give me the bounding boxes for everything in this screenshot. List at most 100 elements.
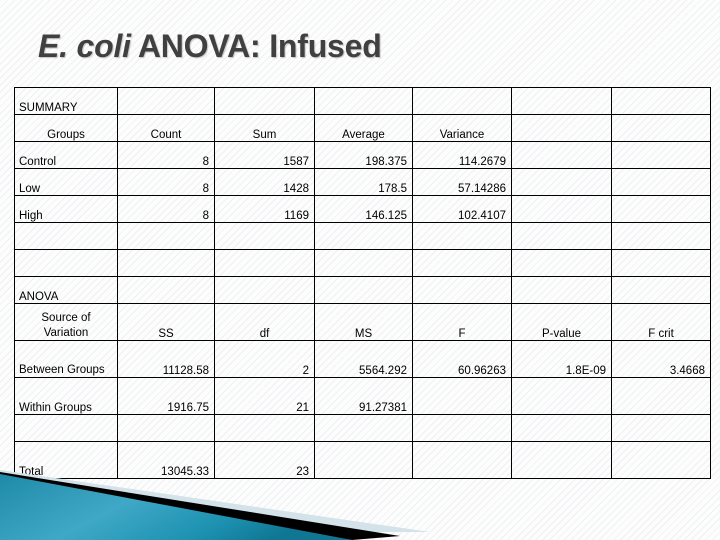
table-row: Within Groups 1916.75 21 91.27381 — [14, 377, 711, 415]
summary-row-2-variance: 102.4107 — [412, 195, 512, 223]
summary-header-average: Average — [314, 114, 413, 142]
anova-row-0-p-value: 1.8E-09 — [511, 340, 612, 378]
spacer-cell — [611, 222, 711, 250]
summary-section-blank-4 — [412, 87, 512, 115]
summary-section-blank-1 — [117, 87, 215, 115]
anova-row-1-f — [412, 377, 512, 415]
table-row: High 8 1169 146.125 102.4107 — [14, 195, 711, 223]
summary-header-blank-1 — [511, 114, 612, 142]
summary-row-2-extra2 — [611, 195, 711, 223]
spacer-cell — [117, 249, 215, 277]
summary-header-groups: Groups — [14, 114, 118, 142]
table-row: Control 8 1587 198.375 114.2679 — [14, 141, 711, 169]
spacer-cell — [511, 222, 612, 250]
anova-results-table: SUMMARY Groups Count Sum Average Varianc… — [14, 87, 711, 479]
table-row: Total 13045.33 23 — [14, 441, 711, 479]
spacer-cell — [14, 249, 118, 277]
summary-row-1-extra1 — [511, 168, 612, 196]
anova-section-blank-6 — [611, 276, 711, 304]
anova-section-blank-5 — [511, 276, 612, 304]
anova-row-0-ms: 5564.292 — [314, 340, 413, 378]
anova-row-2-source: Total — [14, 441, 118, 479]
table-row-spacer — [14, 414, 711, 442]
anova-row-1-p-value — [511, 377, 612, 415]
anova-row-1-ms: 91.27381 — [314, 377, 413, 415]
spacer-cell — [117, 414, 215, 442]
anova-section-blank-3 — [314, 276, 413, 304]
anova-row-0-source: Between Groups — [14, 340, 118, 378]
spacer-cell — [14, 414, 118, 442]
anova-section-blank-2 — [214, 276, 315, 304]
spacer-cell — [314, 414, 413, 442]
summary-row-1-extra2 — [611, 168, 711, 196]
anova-row-0-df: 2 — [214, 340, 315, 378]
spacer-cell — [314, 222, 413, 250]
spacer-cell — [511, 414, 612, 442]
spacer-cell — [214, 249, 315, 277]
summary-row-0-sum: 1587 — [214, 141, 315, 169]
anova-row-1-f-crit — [611, 377, 711, 415]
summary-row-0-extra2 — [611, 141, 711, 169]
banner-pale-wedge — [0, 470, 430, 532]
page-title: E. coli ANOVA: Infused — [38, 28, 382, 65]
summary-row-0-extra1 — [511, 141, 612, 169]
summary-row-2-group: High — [14, 195, 118, 223]
anova-row-1-df: 21 — [214, 377, 315, 415]
summary-row-0-count: 8 — [117, 141, 215, 169]
summary-header-count: Count — [117, 114, 215, 142]
table-row-anova-headers: Source of Variation SS df MS F P-value F… — [14, 303, 711, 341]
summary-section-label: SUMMARY — [14, 87, 118, 115]
table-row-summary-headers: Groups Count Sum Average Variance — [14, 114, 711, 142]
summary-row-0-group: Control — [14, 141, 118, 169]
anova-row-2-df: 23 — [214, 441, 315, 479]
anova-row-2-ss: 13045.33 — [117, 441, 215, 479]
spacer-cell — [611, 249, 711, 277]
spacer-cell — [412, 249, 512, 277]
anova-header-ss: SS — [117, 303, 215, 341]
anova-row-0-f-crit: 3.4668 — [611, 340, 711, 378]
summary-section-blank-5 — [511, 87, 612, 115]
summary-section-blank-6 — [611, 87, 711, 115]
page-title-rest: ANOVA: Infused — [137, 28, 382, 64]
anova-header-source: Source of Variation — [14, 303, 118, 341]
anova-row-0-ss: 11128.58 — [117, 340, 215, 378]
summary-header-blank-2 — [611, 114, 711, 142]
anova-header-f: F — [412, 303, 512, 341]
spacer-cell — [117, 222, 215, 250]
summary-row-1-count: 8 — [117, 168, 215, 196]
summary-row-2-count: 8 — [117, 195, 215, 223]
spacer-cell — [511, 249, 612, 277]
summary-row-2-sum: 1169 — [214, 195, 315, 223]
summary-header-variance: Variance — [412, 114, 512, 142]
anova-row-2-p-value — [511, 441, 612, 479]
anova-row-2-f — [412, 441, 512, 479]
table-row-anova-section: ANOVA — [14, 276, 711, 304]
table-row: Between Groups 11128.58 2 5564.292 60.96… — [14, 340, 711, 378]
banner-teal-wedge — [0, 474, 352, 540]
summary-row-2-extra1 — [511, 195, 612, 223]
anova-row-1-ss: 1916.75 — [117, 377, 215, 415]
summary-row-1-group: Low — [14, 168, 118, 196]
summary-row-0-variance: 114.2679 — [412, 141, 512, 169]
summary-header-sum: Sum — [214, 114, 315, 142]
spacer-cell — [314, 249, 413, 277]
spacer-cell — [611, 414, 711, 442]
banner-black-stripe — [0, 472, 400, 540]
anova-row-0-f: 60.96263 — [412, 340, 512, 378]
spacer-cell — [14, 222, 118, 250]
summary-section-blank-3 — [314, 87, 413, 115]
anova-row-2-ms — [314, 441, 413, 479]
summary-row-1-variance: 57.14286 — [412, 168, 512, 196]
summary-row-1-sum: 1428 — [214, 168, 315, 196]
table-row-spacer — [14, 222, 711, 250]
spacer-cell — [412, 414, 512, 442]
table-row-spacer — [14, 249, 711, 277]
anova-section-label: ANOVA — [14, 276, 118, 304]
anova-header-p-value: P-value — [511, 303, 612, 341]
anova-row-1-source: Within Groups — [14, 377, 118, 415]
summary-section-blank-2 — [214, 87, 315, 115]
page-title-species: E. coli — [38, 28, 131, 64]
table-row: Low 8 1428 178.5 57.14286 — [14, 168, 711, 196]
anova-header-f-crit: F crit — [611, 303, 711, 341]
anova-header-df: df — [214, 303, 315, 341]
